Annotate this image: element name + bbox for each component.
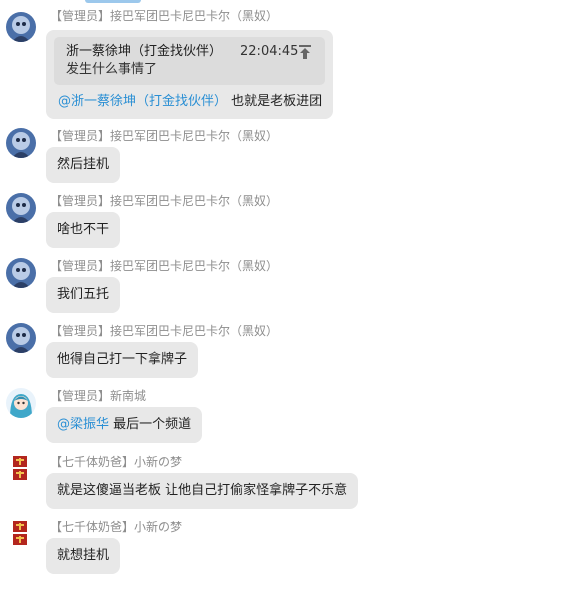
avatar[interactable] (6, 388, 36, 418)
mention-link[interactable]: @梁振华 (57, 417, 109, 432)
sender-name: 【管理员】接巴军团巴卡尼巴卡尔（黑奴） (50, 194, 279, 208)
mention-link[interactable]: @浙一蔡徐坤（打金找伙伴） (58, 94, 227, 109)
message-text: 最后一个频道 (113, 417, 192, 432)
sender-name: 【七千体奶爸】小新の梦 (50, 520, 183, 534)
quote-text: 发生什么事情了 (66, 62, 158, 77)
scroll-indicator (85, 0, 141, 3)
message-bubble: 他得自己打一下拿牌子 (46, 342, 199, 378)
avatar[interactable] (6, 128, 36, 158)
avatar[interactable] (6, 323, 36, 353)
sender-name: 【管理员】新南城 (50, 389, 147, 403)
quoted-message[interactable]: 浙一蔡徐坤（打金找伙伴） 22:04:45 发生什么事情了 (54, 37, 325, 85)
message-bubble: 浙一蔡徐坤（打金找伙伴） 22:04:45 发生什么事情了 @浙一蔡徐坤（打金找… (46, 30, 333, 119)
avatar[interactable] (10, 454, 32, 484)
message-bubble: 我们五托 (46, 277, 121, 313)
quote-time: 22:04:45 (240, 44, 299, 59)
sender-name: 【管理员】接巴军团巴卡尼巴卡尔（黑奴） (50, 9, 279, 23)
avatar[interactable] (6, 193, 36, 223)
message-bubble: 就想挂机 (46, 538, 121, 574)
message-bubble: 就是这傻逼当老板 让他自己打偷家怪拿牌子不乐意 (46, 473, 359, 509)
jump-to-message-icon[interactable] (299, 45, 311, 65)
message-bubble: 然后挂机 (46, 147, 121, 183)
quote-author: 浙一蔡徐坤（打金找伙伴） (66, 44, 223, 59)
avatar[interactable] (10, 519, 32, 549)
sender-name: 【管理员】接巴军团巴卡尼巴卡尔（黑奴） (50, 259, 279, 273)
sender-name: 【管理员】接巴军团巴卡尼巴卡尔（黑奴） (50, 129, 279, 143)
message-text: 也就是老板进团 (231, 94, 323, 109)
sender-name: 【七千体奶爸】小新の梦 (50, 455, 183, 469)
avatar[interactable] (6, 258, 36, 288)
message-bubble: @梁振华 最后一个频道 (46, 407, 203, 443)
avatar[interactable] (6, 12, 36, 42)
message-bubble: 啥也不干 (46, 212, 121, 248)
sender-name: 【管理员】接巴军团巴卡尼巴卡尔（黑奴） (50, 324, 279, 338)
